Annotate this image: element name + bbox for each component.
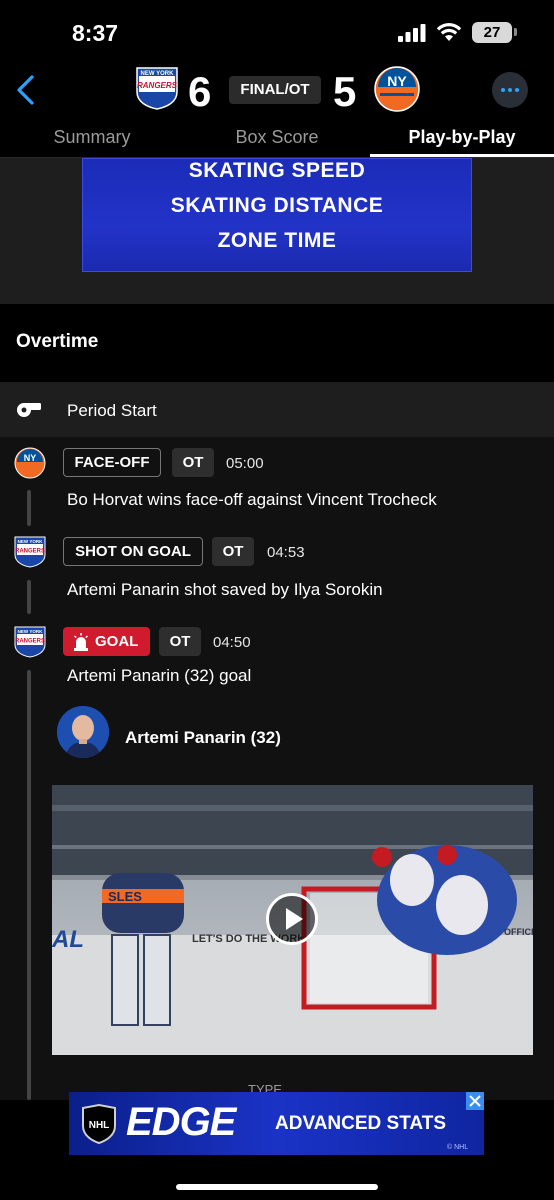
islanders-team-icon: NY xyxy=(14,447,46,479)
play-icon xyxy=(286,908,303,930)
whistle-icon xyxy=(17,403,41,417)
battery-indicator: 27 xyxy=(472,22,512,43)
event-period-tag: OT xyxy=(212,537,254,566)
game-status-badge: FINAL/OT xyxy=(229,76,321,104)
home-score: 6 xyxy=(188,68,212,115)
period-section-title: Overtime xyxy=(16,331,99,352)
promo-banner[interactable]: SKATING SPEED SKATING DISTANCE ZONE TIME xyxy=(82,158,472,272)
banner-line-2: SKATING DISTANCE xyxy=(170,194,384,217)
rangers-team-icon: NEW YORK RANGERS xyxy=(14,626,46,658)
timeline-connector xyxy=(27,580,31,614)
ad-tagline: ADVANCED STATS xyxy=(275,1113,446,1134)
tab-summary[interactable]: Summary xyxy=(28,127,156,148)
svg-text:AL: AL xyxy=(52,926,84,953)
wifi-icon xyxy=(436,23,462,41)
event-type-tag: SHOT ON GOAL xyxy=(63,537,203,566)
event-description: Artemi Panarin shot saved by Ilya Soroki… xyxy=(67,580,383,599)
event-description: Bo Horvat wins face-off against Vincent … xyxy=(67,490,437,509)
back-chevron-icon[interactable] xyxy=(14,74,38,106)
rangers-logo-top-text: NEW YORK xyxy=(141,71,175,77)
islanders-logo-text: NY xyxy=(387,73,407,89)
goalie-jersey-text: SLES xyxy=(108,889,142,904)
event-time: 05:00 xyxy=(226,455,264,472)
period-start-label: Period Start xyxy=(67,401,157,420)
cellular-signal-icon xyxy=(398,24,426,42)
play-button[interactable] xyxy=(266,893,318,945)
tab-box-score[interactable]: Box Score xyxy=(212,127,342,148)
rangers-icon-top-text: NEW YORK xyxy=(18,629,43,634)
timeline-connector xyxy=(27,670,31,1100)
tab-play-by-play[interactable]: Play-by-Play xyxy=(376,127,548,148)
ad-copyright: © NHL xyxy=(447,1144,469,1151)
status-bar: 8:37 27 xyxy=(0,0,554,62)
rangers-logo-icon: NEW YORK RANGERS xyxy=(136,67,178,110)
sponsor-board-text: OFFICIAL TRADING xyxy=(504,927,533,937)
banner-line-3: ZONE TIME xyxy=(217,229,337,252)
goal-light-icon xyxy=(73,633,89,651)
away-score: 5 xyxy=(333,68,357,115)
nhl-edge-ad-banner[interactable]: NHL EDGE ADVANCED STATS © NHL xyxy=(69,1092,484,1155)
nhl-shield-text: NHL xyxy=(89,1120,110,1131)
ad-close-button[interactable] xyxy=(466,1092,484,1110)
battery-tip xyxy=(514,28,517,36)
event-time: 04:50 xyxy=(213,634,251,651)
more-dot-icon xyxy=(508,88,512,92)
close-icon xyxy=(469,1095,481,1107)
event-description: Artemi Panarin (32) goal xyxy=(67,666,252,685)
event-time: 04:53 xyxy=(267,544,305,561)
home-indicator[interactable] xyxy=(176,1184,378,1190)
player-avatar[interactable] xyxy=(57,706,109,758)
player-headshot-icon xyxy=(57,706,109,758)
nhl-shield-icon: NHL xyxy=(82,1104,116,1144)
goal-tag: GOAL xyxy=(63,627,150,656)
event-period-tag: OT xyxy=(172,448,214,477)
timeline-connector xyxy=(27,490,31,526)
more-dot-icon xyxy=(501,88,505,92)
islanders-logo-icon: NY xyxy=(374,66,420,112)
clock-time: 8:37 xyxy=(72,20,119,46)
rangers-icon-main-text: RANGERS xyxy=(15,549,45,555)
period-start-row: Period Start xyxy=(0,382,554,437)
scorer-name[interactable]: Artemi Panarin (32) xyxy=(125,728,281,748)
more-dot-icon xyxy=(515,88,519,92)
event-type-label: GOAL xyxy=(95,633,139,650)
ad-brand-text: EDGE xyxy=(126,1100,236,1144)
rangers-team-icon: NEW YORK RANGERS xyxy=(14,536,46,568)
more-options-button[interactable] xyxy=(492,72,528,108)
event-period-tag: OT xyxy=(159,627,201,656)
rangers-logo-main-text: RANGERS xyxy=(137,81,178,90)
islanders-icon-text: NY xyxy=(24,453,37,463)
rangers-icon-main-text: RANGERS xyxy=(15,639,45,645)
rangers-icon-top-text: NEW YORK xyxy=(18,539,43,544)
event-type-tag: FACE-OFF xyxy=(63,448,161,477)
banner-line-1: SKATING SPEED xyxy=(188,159,366,182)
